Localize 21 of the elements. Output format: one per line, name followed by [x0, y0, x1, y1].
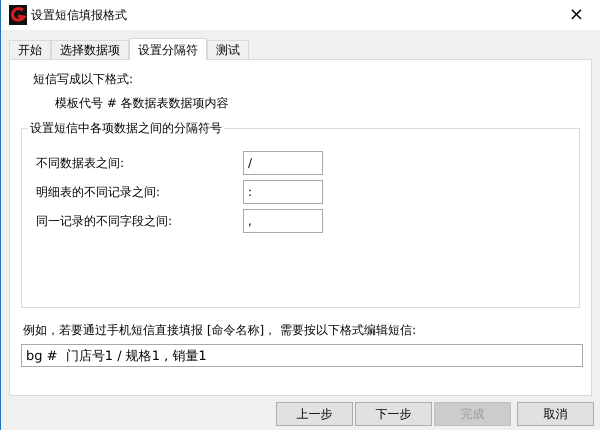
wizard-button[interactable]: 取消 [517, 402, 594, 426]
tab[interactable]: 开始 [9, 40, 51, 59]
example-field[interactable]: bg # 门店号1 / 规格1 , 销量1 [21, 344, 583, 367]
separator-field[interactable]: : [243, 180, 323, 204]
field-label: 同一记录的不同字段之间: [36, 213, 174, 230]
field-label: 明细表的不同记录之间: [36, 184, 162, 201]
close-button[interactable]: × [560, 6, 592, 24]
tab[interactable]: 测试 [207, 40, 249, 59]
window-title: 设置短信填报格式 [31, 7, 127, 24]
group-title: 设置短信中各项数据之间的分隔符号 [28, 120, 224, 136]
format-pattern: 模板代号 # 各数据表数据项内容 [55, 95, 230, 112]
wizard-button[interactable]: 下一步 [355, 402, 432, 426]
field-label: 不同数据表之间: [36, 155, 126, 172]
format-heading: 短信写成以下格式: [33, 71, 134, 88]
app-logo-icon [9, 5, 27, 25]
separator-field[interactable]: , [243, 209, 323, 233]
tab[interactable]: 选择数据项 [51, 40, 129, 59]
wizard-button[interactable]: 上一步 [276, 402, 353, 426]
separator-field[interactable]: / [243, 151, 323, 175]
example-label: 例如，若要通过手机短信直接填报 [命令名称]， 需要按以下格式编辑短信: [23, 322, 418, 339]
tab[interactable]: 设置分隔符 [129, 38, 207, 60]
